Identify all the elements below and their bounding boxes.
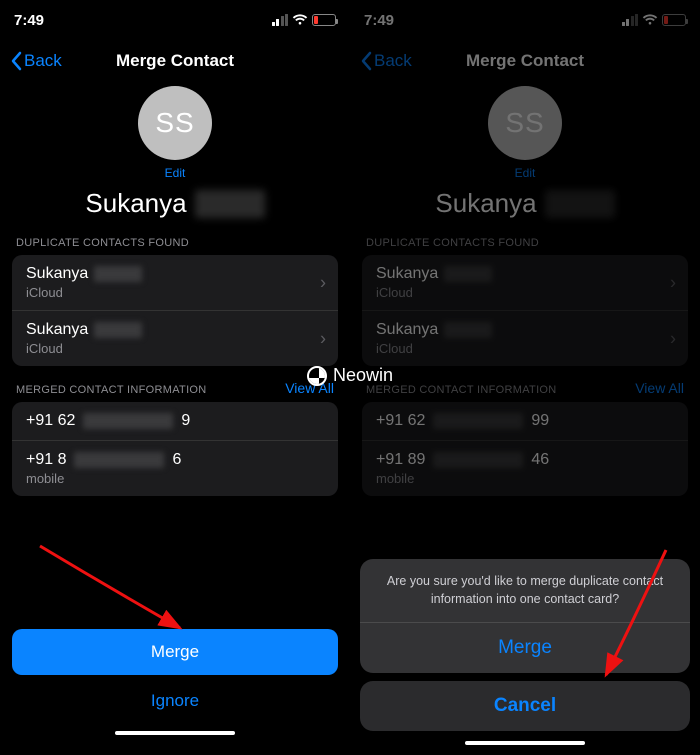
cellular-icon [272, 14, 289, 26]
phone-prefix: +91 62 [376, 412, 425, 430]
dup-name: Sukanya [376, 265, 438, 283]
sheet-merge-button[interactable]: Merge [360, 622, 690, 673]
edit-link[interactable]: Edit [165, 166, 186, 180]
phone-suffix: 9 [181, 412, 190, 430]
merged-info-card: +91 62 99 +91 89 46 mobile [362, 402, 688, 496]
cellular-icon [622, 14, 639, 26]
sheet-message: Are you sure you'd like to merge duplica… [360, 559, 690, 622]
status-time: 7:49 [364, 12, 394, 29]
home-indicator[interactable] [465, 741, 585, 745]
redacted [83, 413, 173, 429]
contact-last-name-redacted [195, 190, 265, 218]
duplicates-card: Sukanya iCloud › Sukanya iCloud › [362, 255, 688, 366]
dup-source: iCloud [26, 285, 324, 300]
page-title: Merge Contact [466, 51, 584, 71]
phone-row[interactable]: +91 62 9 [12, 402, 338, 440]
chevron-right-icon: › [670, 272, 676, 293]
screenshot-left: 7:49 Back Merge Contact SS Edit Sukanya … [0, 0, 350, 755]
chevron-left-icon [10, 51, 22, 71]
chevron-right-icon: › [320, 272, 326, 293]
edit-link[interactable]: Edit [515, 166, 536, 180]
contact-last-name-redacted [545, 190, 615, 218]
merged-info-card: +91 62 9 +91 8 6 mobile [12, 402, 338, 496]
phone-suffix: 6 [172, 451, 181, 469]
redacted [444, 322, 492, 338]
phone-suffix: 99 [531, 412, 549, 430]
duplicate-row[interactable]: Sukanya iCloud › [12, 255, 338, 310]
view-all-link[interactable]: View All [285, 380, 334, 396]
home-indicator[interactable] [115, 731, 235, 735]
redacted [433, 413, 523, 429]
nav-bar: Back Merge Contact [0, 40, 350, 82]
phone-label: mobile [376, 471, 674, 486]
dup-name: Sukanya [376, 321, 438, 339]
redacted [74, 452, 164, 468]
back-label: Back [24, 51, 62, 71]
dup-name: Sukanya [26, 321, 88, 339]
contact-name: Sukanya [350, 188, 700, 219]
dup-source: iCloud [376, 285, 674, 300]
redacted [94, 266, 142, 282]
dup-source: iCloud [376, 341, 674, 356]
back-button[interactable]: Back [360, 40, 412, 82]
sheet-cancel-button[interactable]: Cancel [360, 681, 690, 731]
contact-name: Sukanya [0, 188, 350, 219]
nav-bar: Back Merge Contact [350, 40, 700, 82]
duplicate-row[interactable]: Sukanya iCloud › [362, 310, 688, 366]
chevron-right-icon: › [320, 328, 326, 349]
redacted [94, 322, 142, 338]
contact-first-name: Sukanya [85, 188, 186, 219]
phone-row[interactable]: +91 89 46 mobile [362, 440, 688, 496]
dup-source: iCloud [26, 341, 324, 356]
wifi-icon [642, 14, 658, 26]
status-bar: 7:49 [350, 0, 700, 40]
phone-row[interactable]: +91 62 99 [362, 402, 688, 440]
ignore-button[interactable]: Ignore [12, 681, 338, 721]
merged-header: MERGED CONTACT INFORMATION [0, 366, 223, 402]
phone-label: mobile [26, 471, 324, 486]
bottom-actions: Merge Ignore [0, 617, 350, 747]
battery-icon [312, 14, 336, 26]
redacted [444, 266, 492, 282]
chevron-left-icon [360, 51, 372, 71]
phone-prefix: +91 89 [376, 451, 425, 469]
status-bar: 7:49 [0, 0, 350, 40]
status-time: 7:49 [14, 12, 44, 29]
phone-row[interactable]: +91 8 6 mobile [12, 440, 338, 496]
avatar: SS [488, 86, 562, 160]
merge-button[interactable]: Merge [12, 629, 338, 675]
phone-suffix: 46 [531, 451, 549, 469]
duplicates-header: DUPLICATE CONTACTS FOUND [0, 219, 350, 255]
duplicates-header: DUPLICATE CONTACTS FOUND [350, 219, 700, 255]
phone-prefix: +91 8 [26, 451, 66, 469]
duplicate-row[interactable]: Sukanya iCloud › [12, 310, 338, 366]
chevron-right-icon: › [670, 328, 676, 349]
contact-first-name: Sukanya [435, 188, 536, 219]
duplicate-row[interactable]: Sukanya iCloud › [362, 255, 688, 310]
redacted [433, 452, 523, 468]
dup-name: Sukanya [26, 265, 88, 283]
duplicates-card: Sukanya iCloud › Sukanya iCloud › [12, 255, 338, 366]
back-label: Back [374, 51, 412, 71]
view-all-link[interactable]: View All [635, 380, 684, 396]
merged-header: MERGED CONTACT INFORMATION [350, 366, 573, 402]
page-title: Merge Contact [116, 51, 234, 71]
battery-icon [662, 14, 686, 26]
action-sheet: Are you sure you'd like to merge duplica… [360, 559, 690, 745]
screenshot-right: 7:49 Back Merge Contact SS Edit Sukanya … [350, 0, 700, 755]
phone-prefix: +91 62 [26, 412, 75, 430]
back-button[interactable]: Back [10, 40, 62, 82]
avatar: SS [138, 86, 212, 160]
wifi-icon [292, 14, 308, 26]
